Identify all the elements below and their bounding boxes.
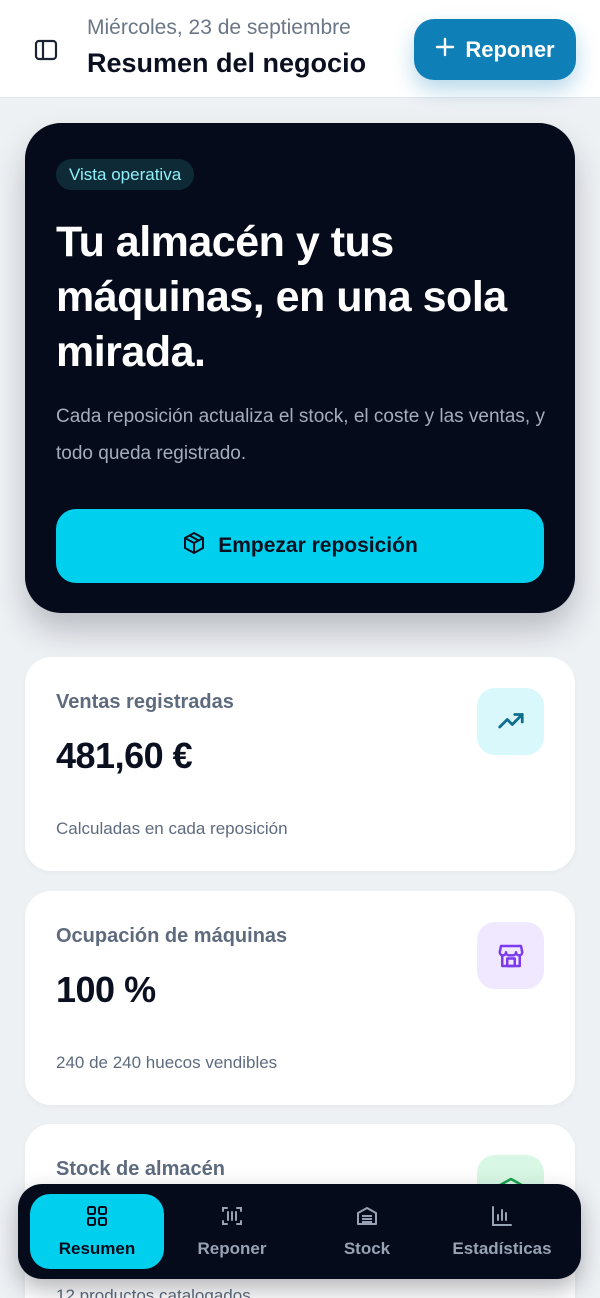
occupancy-card: Ocupación de máquinas 100 % 240 de 240 h… [25, 891, 575, 1105]
start-restock-label: Empezar reposición [218, 534, 418, 557]
hero-card: Vista operativa Tu almacén y tus máquina… [25, 123, 575, 613]
nav-item-label: Reponer [197, 1239, 267, 1258]
bottom-nav: Resumen Reponer Stock Estadísticas [18, 1184, 581, 1279]
reponer-button-label: Reponer [465, 36, 555, 62]
grid-icon [85, 1204, 109, 1233]
store-icon [477, 922, 544, 989]
plus-icon [435, 37, 455, 63]
sidebar-toggle-icon[interactable] [28, 34, 64, 66]
card-label: Ocupación de máquinas [56, 925, 288, 947]
card-value: 100 % [56, 969, 156, 1010]
card-footnote: 12 productos catalogados [56, 1286, 251, 1298]
nav-item-stock[interactable]: Stock [300, 1194, 434, 1269]
card-footnote: Calculadas en cada reposición [56, 819, 288, 838]
bar-chart-icon [490, 1204, 514, 1233]
card-label: Stock de almacén [56, 1158, 225, 1180]
nav-item-resumen[interactable]: Resumen [30, 1194, 164, 1269]
nav-item-estadisticas[interactable]: Estadísticas [435, 1194, 569, 1269]
scan-icon [220, 1204, 244, 1233]
nav-item-label: Resumen [58, 1239, 136, 1258]
page-title: Resumen del negocio [87, 48, 367, 78]
nav-item-label: Stock [343, 1239, 391, 1258]
card-label: Ventas registradas [56, 691, 234, 713]
reponer-button[interactable]: Reponer [414, 19, 576, 80]
sales-card: Ventas registradas 481,60 € Calculadas e… [25, 657, 575, 871]
package-icon [182, 531, 206, 561]
nav-item-reponer[interactable]: Reponer [165, 1194, 299, 1269]
trending-up-icon [477, 688, 544, 755]
hero-badge: Vista operativa [56, 159, 195, 190]
hero-subtitle: Cada reposición actualiza el stock, el c… [56, 406, 545, 464]
header-date: Miércoles, 23 de septiembre [87, 16, 351, 39]
card-footnote: 240 de 240 huecos vendibles [56, 1053, 278, 1072]
card-value: 481,60 € [56, 735, 193, 776]
warehouse-icon [355, 1204, 379, 1233]
app-header: Miércoles, 23 de septiembre Resumen del … [0, 0, 600, 98]
hero-title: Tu almacén y tus máquinas, en una sola m… [56, 218, 507, 376]
nav-item-label: Estadísticas [452, 1239, 552, 1258]
start-restock-button[interactable]: Empezar reposición [56, 509, 544, 583]
